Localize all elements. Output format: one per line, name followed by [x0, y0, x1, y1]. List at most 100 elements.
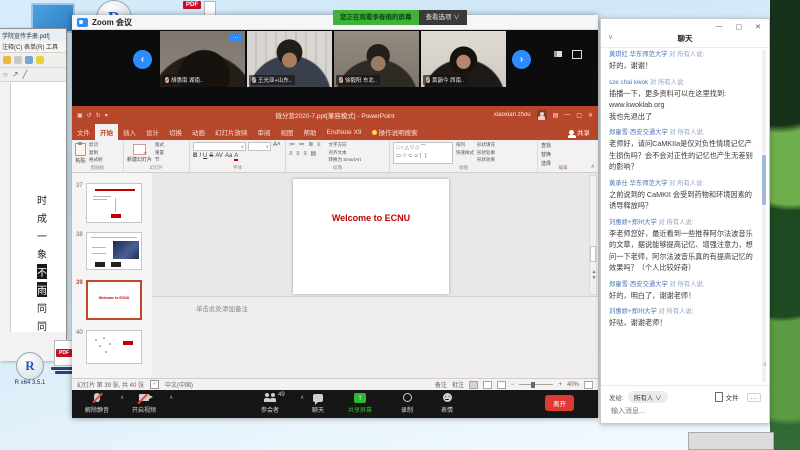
record-button[interactable]: 录制: [392, 392, 422, 414]
collapse-ribbon-icon[interactable]: ∧: [591, 163, 595, 170]
ppt-share-button[interactable]: 共享: [561, 124, 598, 140]
layout-button[interactable]: 版式: [155, 142, 164, 148]
align-text-button[interactable]: 对齐文本: [329, 150, 362, 156]
chat-button[interactable]: 聊天: [302, 392, 334, 414]
normal-view-icon[interactable]: [469, 381, 478, 389]
char-spacing-icon[interactable]: AV: [215, 153, 223, 159]
zoom-percentage[interactable]: 40%: [567, 382, 579, 388]
font-size-combo[interactable]: ∨: [248, 142, 271, 151]
slide-thumbnail-40[interactable]: [86, 330, 142, 364]
align-icons[interactable]: ≡ ≡ ≡ ▤: [289, 151, 322, 158]
fullscreen-icon[interactable]: [572, 50, 582, 59]
shape-fill-button[interactable]: 形状填充: [477, 142, 495, 148]
leave-meeting-button[interactable]: 离开: [545, 395, 574, 411]
list-align-icons[interactable]: ≔ ≕ ≣ ≡: [289, 142, 322, 149]
chat-scrollbar-thumb[interactable]: [762, 155, 766, 205]
video-options-caret[interactable]: ∧: [169, 394, 173, 401]
chat-message-input[interactable]: [609, 407, 763, 416]
tab-help[interactable]: 帮助: [299, 124, 322, 140]
more-options-button[interactable]: …: [747, 393, 762, 402]
close-icon[interactable]: ✕: [755, 23, 761, 31]
slide-thumbnail-37[interactable]: [86, 183, 142, 223]
notes-pane[interactable]: 单击此处添加备注: [152, 296, 598, 379]
start-video-button[interactable]: 开启视频: [124, 392, 164, 414]
font-name-combo[interactable]: ∨: [193, 142, 246, 151]
italic-button[interactable]: I: [199, 153, 201, 159]
tab-design[interactable]: 设计: [141, 124, 164, 140]
tab-endnote[interactable]: EndNote X9: [322, 124, 367, 140]
share-screen-button[interactable]: ↑ 共享屏幕: [342, 392, 378, 414]
tab-review[interactable]: 审阅: [253, 124, 276, 140]
minimize-icon[interactable]: —: [564, 112, 570, 118]
current-slide[interactable]: Welcome to ECNU: [293, 179, 449, 294]
spellcheck-icon[interactable]: ✓: [150, 380, 159, 389]
redo-icon[interactable]: ↻: [96, 112, 101, 119]
section-button[interactable]: 节: [155, 157, 164, 163]
comments-toggle[interactable]: 批注: [452, 380, 464, 389]
scroll-right-arrow[interactable]: ›: [512, 50, 531, 69]
close-icon[interactable]: ✕: [588, 112, 593, 119]
copy-button[interactable]: 复制: [89, 150, 103, 156]
more-options-icon[interactable]: …: [229, 34, 242, 42]
bold-button[interactable]: B: [193, 153, 197, 159]
tab-home[interactable]: 开始: [95, 124, 118, 140]
fit-slide-icon[interactable]: [584, 381, 593, 389]
slide-thumbnail-panel[interactable]: 37 38: [72, 173, 153, 378]
zoom-out-icon[interactable]: −: [511, 382, 515, 388]
grow-font-icon[interactable]: A˄: [273, 142, 281, 151]
underline-button[interactable]: U: [203, 153, 207, 159]
shapes-gallery[interactable]: □○△▽◇⌒▭☆⊂⊃{ }: [393, 142, 453, 164]
notes-placeholder[interactable]: 单击此处添加备注: [196, 303, 248, 313]
maximize-icon[interactable]: ▢: [736, 23, 743, 31]
tell-me-search[interactable]: 操作说明搜索: [367, 124, 423, 140]
chat-message-list[interactable]: 黄琪红 华东师范大学 对 所有人说: 好的，谢谢！ sze chai kwok …: [609, 50, 755, 382]
paste-button[interactable]: 粘贴: [75, 142, 86, 164]
customize-qat-icon[interactable]: ▾: [105, 112, 108, 119]
slide-nav-arrows[interactable]: ▲▼: [590, 269, 598, 281]
minimize-icon[interactable]: —: [716, 23, 723, 31]
scrollbar-thumb[interactable]: [590, 246, 596, 262]
pdf-menu-bar[interactable]: 注释(C) 表单(R) 工具: [0, 41, 66, 53]
change-case-icon[interactable]: Aa: [225, 153, 232, 159]
new-slide-button[interactable]: 新建幻灯片: [127, 142, 152, 164]
reactions-button[interactable]: 表情: [432, 392, 462, 414]
ribbon-options-icon[interactable]: ▤: [553, 112, 559, 119]
format-painter-button[interactable]: 格式刷: [89, 157, 103, 163]
scroll-left-arrow[interactable]: ‹: [133, 50, 152, 69]
tab-file[interactable]: 文件: [72, 124, 95, 140]
slide-sorter-view-icon[interactable]: [483, 381, 492, 389]
save-icon[interactable]: ▣: [77, 112, 83, 119]
r-desktop-shortcut[interactable]: R R x64 3.5.1: [10, 352, 50, 386]
pdf-toolbar[interactable]: [0, 53, 66, 68]
chat-scrollbar[interactable]: [762, 50, 766, 382]
recipient-selector[interactable]: 所有人 ∨: [628, 391, 668, 403]
arrange-button[interactable]: 排列: [456, 142, 474, 148]
cut-button[interactable]: 剪切: [89, 142, 103, 148]
participant-video-tile[interactable]: 徐毅阳 东北..: [334, 31, 419, 87]
tab-slideshow[interactable]: 幻灯片放映: [210, 124, 253, 140]
zoom-in-icon[interactable]: +: [558, 382, 562, 388]
participant-video-tile[interactable]: 黄韻今 西南..: [421, 31, 506, 87]
notes-toggle[interactable]: 备注: [435, 380, 447, 389]
tab-view[interactable]: 视图: [276, 124, 299, 140]
slide-thumbnail-38[interactable]: [86, 232, 142, 270]
pdf-desktop-icon-top[interactable]: PDF: [183, 1, 216, 16]
reset-button[interactable]: 重置: [155, 150, 164, 156]
zoom-slider[interactable]: [519, 384, 553, 385]
language-indicator[interactable]: 中文(中国): [165, 380, 193, 389]
view-options-button[interactable]: 查看选项 ∨: [419, 10, 467, 25]
gallery-view-icon[interactable]: [553, 50, 563, 58]
tab-transitions[interactable]: 切换: [164, 124, 187, 140]
slide-thumbnail-39[interactable]: Welcome to ECNU: [86, 280, 142, 320]
slideshow-view-icon[interactable]: [497, 381, 506, 389]
undo-icon[interactable]: ↺: [87, 112, 92, 119]
participant-video-tile[interactable]: … 胡惠南 湖南..: [160, 31, 245, 87]
account-avatar[interactable]: [537, 110, 547, 120]
tab-insert[interactable]: 插入: [118, 124, 141, 140]
pdf-reader-window[interactable]: 学院宣传手册.pdf] 注释(C) 表单(R) 工具 ○ ↗ ╱ 时 成 一 象…: [0, 28, 67, 361]
participant-video-tile[interactable]: 王光亚+山东..: [247, 31, 332, 87]
tab-animations[interactable]: 动画: [187, 124, 210, 140]
find-button[interactable]: 查找: [541, 142, 551, 149]
font-color-button[interactable]: A: [234, 153, 238, 161]
replace-button[interactable]: 替换: [541, 151, 551, 158]
